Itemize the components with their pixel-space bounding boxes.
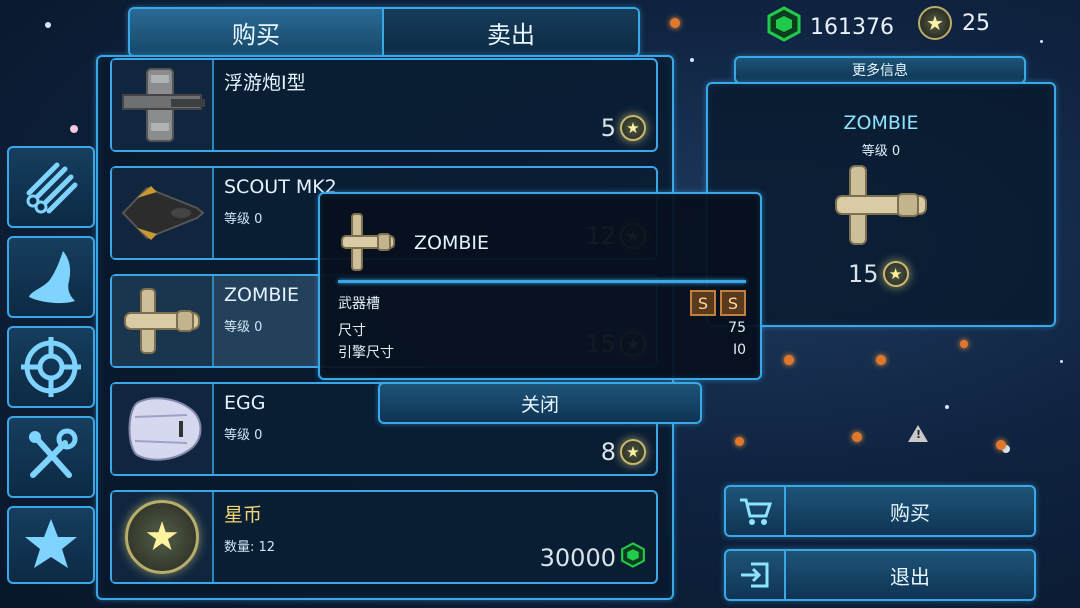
- zombie-ship-icon: [341, 213, 395, 271]
- item-price-value: 30000: [539, 544, 616, 572]
- shop-item-floating-cannon[interactable]: 浮游炮I型 5 ★: [110, 58, 658, 152]
- weapons-icon: [26, 162, 78, 214]
- category-tools-button[interactable]: [7, 416, 95, 498]
- target-icon: [21, 337, 81, 397]
- item-price: 30000: [540, 542, 646, 574]
- item-thumbnail: [112, 384, 214, 474]
- item-level: 等级 0: [224, 320, 263, 335]
- item-thumbnail: [112, 60, 214, 150]
- item-price: 5 ★: [601, 114, 646, 142]
- cart-icon: [726, 487, 786, 535]
- tab-buy[interactable]: 购买: [130, 9, 384, 55]
- engine-size-label: 引擎尺寸: [338, 345, 394, 361]
- more-info-button[interactable]: 更多信息: [734, 56, 1026, 84]
- egg-ship-icon: [128, 397, 202, 461]
- buy-sell-tabs: 购买 卖出: [128, 7, 640, 57]
- exit-label: 退出: [890, 564, 930, 589]
- size-label: 尺寸: [338, 323, 366, 339]
- debris-dot: [670, 18, 680, 28]
- hazard-warning-icon: [908, 425, 928, 442]
- popup-divider: [338, 280, 746, 283]
- weapon-slots-values: SS: [686, 290, 746, 316]
- debris-dot: [876, 355, 886, 365]
- debris-dot: [960, 340, 968, 348]
- debris-dot: [996, 440, 1006, 450]
- star-coin-icon: ★: [620, 439, 646, 465]
- item-thumbnail: [112, 276, 214, 366]
- scout-ship-icon: [121, 186, 205, 240]
- star-coin-icon: ★: [125, 500, 199, 574]
- buy-label: 购买: [890, 500, 930, 525]
- stars-value: 25: [962, 10, 990, 36]
- credits-display: 161376: [766, 6, 894, 48]
- category-weapons-button[interactable]: [7, 146, 95, 228]
- item-name: ZOMBIE: [224, 284, 300, 306]
- size-row: 尺寸 75: [338, 320, 746, 340]
- info-ship-name: ZOMBIE: [843, 112, 919, 134]
- item-level: 等级 0: [224, 428, 263, 443]
- ship-hull-icon: [29, 251, 75, 304]
- weapon-slots-label: 武器槽: [338, 296, 380, 312]
- item-name: 星币: [224, 504, 263, 526]
- zombie-ship-icon: [124, 288, 200, 354]
- star-coin-icon: ★: [620, 115, 646, 141]
- item-thumbnail: [112, 168, 214, 258]
- zombie-ship-icon: [835, 165, 927, 245]
- exit-button[interactable]: 退出: [724, 549, 1036, 601]
- close-popup-button[interactable]: 关闭: [378, 382, 702, 424]
- star-coin-icon: ★: [918, 6, 952, 40]
- category-stars-button[interactable]: [7, 506, 95, 584]
- debris-dot: [735, 437, 744, 446]
- info-price: 15 ★: [848, 260, 909, 288]
- item-quantity: 数量: 12: [224, 540, 276, 555]
- item-price: 8 ★: [601, 438, 646, 466]
- weapon-slots-row: 武器槽 SS: [338, 290, 746, 316]
- item-price-value: 8: [600, 438, 616, 466]
- engine-size-value: I0: [732, 342, 746, 358]
- item-price-value: 5: [600, 114, 616, 142]
- hexagon-credit-icon: [766, 6, 802, 48]
- item-name: EGG: [224, 392, 266, 414]
- shop-item-star-coins[interactable]: ★ 星币 数量: 12 30000: [110, 490, 658, 584]
- star-icon: [25, 519, 77, 568]
- credits-value: 161376: [810, 14, 894, 40]
- floating-cannon-icon: [122, 68, 205, 142]
- item-name: 浮游炮I型: [224, 72, 306, 94]
- info-ship-level: 等级 0: [861, 144, 901, 159]
- category-hull-button[interactable]: [7, 236, 95, 318]
- size-value: 75: [728, 320, 746, 336]
- weapon-slot-badge: S: [690, 290, 716, 316]
- buy-button[interactable]: 购买: [724, 485, 1036, 537]
- info-price-value: 15: [848, 260, 879, 288]
- hexagon-credit-icon: [620, 542, 646, 574]
- ship-details-popup: ZOMBIE 武器槽 SS 尺寸 75 引擎尺寸 I0: [318, 192, 762, 380]
- item-level: 等级 0: [224, 212, 263, 227]
- star-coin-icon: ★: [882, 261, 909, 287]
- category-targeting-button[interactable]: [7, 326, 95, 408]
- debris-dot: [852, 432, 862, 442]
- tab-sell[interactable]: 卖出: [384, 9, 638, 55]
- weapon-slot-badge: S: [720, 290, 746, 316]
- stars-display: ★ 25: [918, 6, 990, 40]
- tools-icon: [29, 428, 78, 478]
- exit-icon: [726, 551, 786, 599]
- popup-title: ZOMBIE: [414, 232, 490, 254]
- item-thumbnail: ★: [112, 492, 214, 582]
- debris-dot: [784, 355, 794, 365]
- engine-size-row: 引擎尺寸 I0: [338, 342, 746, 362]
